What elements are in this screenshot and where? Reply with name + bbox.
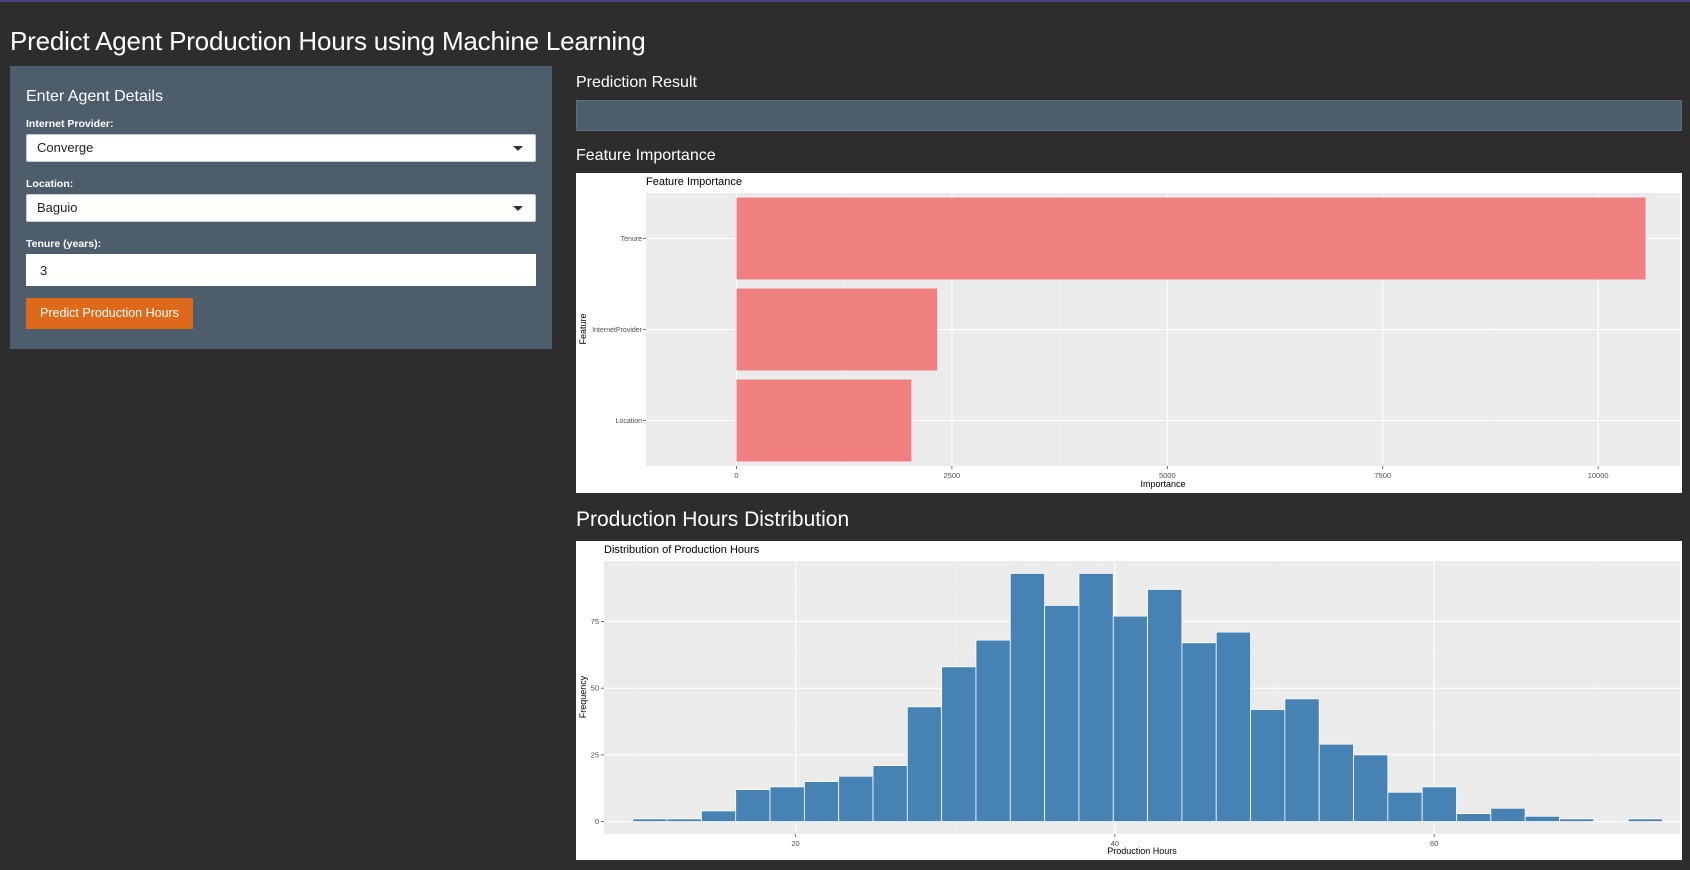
bar: [736, 379, 912, 462]
histogram-bar: [1112, 615, 1148, 822]
x-tick-label: 2500: [944, 471, 961, 480]
prediction-heading: Prediction Result: [576, 74, 697, 91]
location-select[interactable]: Baguio: [26, 194, 536, 222]
y-axis-label: Feature: [578, 313, 588, 344]
distribution-chart: Distribution of Production Hours 20 40 60 0…: [576, 541, 1682, 860]
feature-importance-plot: Feature Importance 0 2500 5000 7500 10000Ten…: [578, 176, 1680, 489]
x-tick-label: 0: [734, 471, 738, 480]
bar: [736, 197, 1646, 280]
feature-importance-chart: Feature Importance 0 2500 5000 7500 10000 Ten…: [576, 173, 1682, 493]
panel-title: Enter Agent Details: [26, 88, 163, 105]
histogram-bar: [941, 666, 977, 822]
histogram-bar: [735, 789, 771, 822]
x-tick-label: 20: [791, 839, 799, 848]
histogram-bar: [1318, 743, 1354, 822]
histogram-bar: [1456, 813, 1492, 822]
predict-button[interactable]: Predict Production Hours: [26, 298, 193, 329]
histogram-bar: [632, 818, 668, 822]
internet-provider-select[interactable]: Converge: [26, 134, 536, 162]
input-panel: Enter Agent Details Internet Provider: C…: [10, 66, 552, 349]
histogram-bar: [1353, 754, 1389, 822]
chart-title: Distribution of Production Hours: [604, 544, 760, 556]
histogram-bar: [838, 775, 874, 822]
caret-down-icon: [513, 146, 523, 151]
page-title: Predict Agent Production Hours using Mac…: [10, 26, 646, 56]
x-tick-label: 7500: [1374, 471, 1391, 480]
histogram-bar: [1284, 698, 1320, 822]
histogram-bar: [872, 765, 908, 822]
histogram-bar: [1627, 818, 1663, 822]
y-tick-label: 25: [591, 750, 599, 759]
bar: [736, 288, 938, 371]
chart-title: Feature Importance: [646, 176, 742, 188]
x-axis-label: Importance: [1140, 479, 1185, 489]
histogram-bar: [803, 781, 840, 822]
y-tick-label: 50: [591, 684, 599, 693]
histogram-bar: [1559, 818, 1595, 822]
histogram-bar: [1078, 573, 1114, 822]
histogram-bar: [1490, 807, 1526, 822]
caret-down-icon: [513, 206, 523, 211]
location-value: Baguio: [37, 200, 78, 215]
histogram-bar: [1387, 791, 1423, 822]
histogram-bar: [975, 639, 1011, 822]
location-label: Location:: [26, 178, 74, 190]
histogram-bar: [1147, 589, 1183, 822]
histogram-bar: [1250, 709, 1286, 822]
y-tick-label: Location: [616, 418, 643, 425]
distribution-plot: Distribution of Production Hours 20 40 600…: [578, 544, 1680, 856]
histogram-bar: [700, 810, 737, 822]
histogram-bar: [1215, 631, 1251, 822]
x-tick-label: 60: [1430, 839, 1438, 848]
histogram-bar: [1181, 642, 1217, 822]
feature-importance-heading: Feature Importance: [576, 147, 716, 164]
histogram-bar: [1009, 573, 1046, 822]
x-axis-label: Production Hours: [1107, 846, 1177, 856]
x-tick-label: 10000: [1588, 471, 1609, 480]
y-tick-label: 75: [591, 617, 599, 626]
y-tick-label: 0: [595, 817, 599, 826]
internet-provider-label: Internet Provider:: [26, 118, 114, 130]
y-tick-label: Tenure: [621, 236, 643, 243]
tenure-label: Tenure (years):: [26, 238, 102, 250]
y-tick-label: InternetProvider: [592, 327, 642, 334]
histogram-bar: [1044, 605, 1080, 822]
top-accent-line: [0, 0, 1690, 2]
internet-provider-value: Converge: [37, 140, 94, 155]
y-axis-label: Frequency: [578, 675, 588, 718]
histogram-bar: [666, 818, 702, 822]
histogram-bar: [906, 706, 943, 822]
tenure-input[interactable]: [26, 254, 536, 286]
prediction-result-output: [576, 100, 1682, 131]
histogram-bar: [1421, 786, 1457, 822]
distribution-heading: Production Hours Distribution: [576, 508, 850, 531]
histogram-bar: [769, 786, 805, 822]
histogram-bar: [1524, 815, 1560, 822]
